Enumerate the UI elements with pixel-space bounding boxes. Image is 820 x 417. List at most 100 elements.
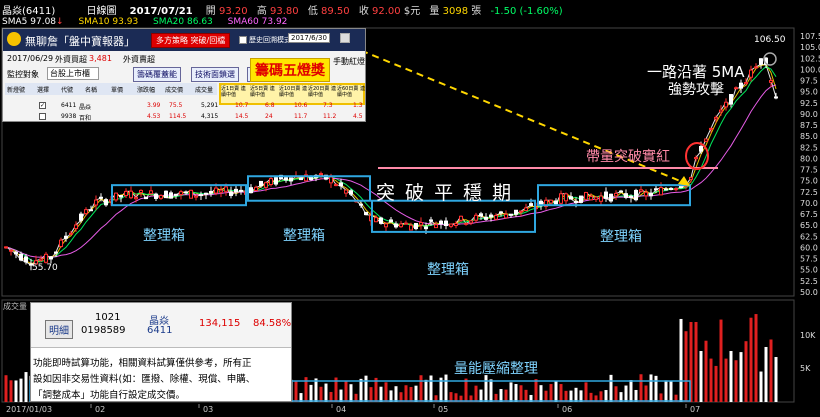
row1-price: 3.99 — [147, 102, 161, 109]
x-tick-label: 04 — [336, 405, 346, 414]
candle-body — [464, 222, 468, 225]
query-value: 3,481 — [89, 54, 112, 63]
volume-break-label: 帶量突破實紅 — [586, 149, 670, 165]
volume-shrink-label: 量能壓縮整理 — [454, 361, 538, 377]
candle-body — [139, 189, 143, 193]
candle-body — [529, 203, 533, 206]
volume-bar — [344, 380, 348, 402]
volume-bar — [584, 382, 588, 402]
candle-body — [204, 192, 208, 195]
col-code: 代號 — [61, 87, 74, 94]
volume-bar — [559, 384, 563, 402]
volume-bar — [324, 383, 328, 402]
candle-body — [714, 116, 718, 120]
volume-bar — [764, 346, 768, 402]
candle-body — [184, 191, 188, 194]
volume-bar — [444, 374, 448, 402]
y-tick-label: 107.5 — [800, 32, 820, 41]
candle-body — [629, 195, 633, 199]
volume-bar — [499, 389, 503, 402]
tab-chip-a[interactable]: 籌碼覆蓋能 — [133, 67, 181, 82]
candle-body — [239, 189, 243, 192]
strategy-button[interactable]: 多方策略 突破/回檔 — [151, 33, 231, 48]
candle-body — [509, 213, 513, 216]
volume-bar — [739, 352, 743, 402]
calendar-icon[interactable] — [340, 33, 350, 43]
history-checkbox[interactable] — [239, 36, 247, 44]
tab-chip-b[interactable]: 技術面鎖選 — [191, 67, 239, 82]
y-tick-label: 70.0 — [800, 199, 818, 208]
candle-body — [24, 256, 28, 263]
volume-bar — [394, 386, 398, 402]
hand-light-label[interactable]: 手動紅燈 — [333, 56, 365, 67]
volume-bar — [749, 317, 753, 402]
candle-body — [594, 196, 598, 200]
low-marker-label: 55.70 — [32, 263, 58, 273]
candle-body — [224, 186, 228, 192]
trade-detail-popup[interactable]: 明細 1021 0198589 晶焱 6411 134,115 84.58% 功… — [30, 302, 292, 402]
history-label: 歷史回溯模式 — [249, 36, 291, 44]
col-volume: 成交量 — [195, 87, 214, 94]
volume-bar — [709, 358, 713, 402]
candle-body — [479, 213, 483, 217]
candle-body — [384, 223, 388, 228]
candle-body — [9, 249, 13, 252]
col-new-light: 新燈號 — [7, 87, 26, 94]
row1-checkbox[interactable]: ✓ — [39, 102, 46, 109]
row2-volume: 4,315 — [201, 113, 219, 120]
candle-body — [274, 177, 278, 185]
volume-bar — [4, 375, 8, 402]
volume-bar — [634, 389, 638, 402]
volume-bar — [474, 385, 478, 402]
candle-body — [234, 188, 238, 193]
candle-body — [219, 189, 223, 193]
detail-button[interactable]: 明細 — [45, 320, 73, 339]
volume-bar — [509, 382, 513, 402]
candle-body — [504, 213, 508, 219]
trend-label-2: 強勢攻擊 — [668, 82, 724, 98]
candle-body — [489, 214, 493, 218]
candle-body — [114, 192, 118, 201]
volume-bar — [654, 375, 658, 402]
volume-bar — [694, 322, 698, 402]
candle-body — [644, 191, 648, 197]
candle-body — [374, 217, 378, 223]
candle-body — [444, 220, 448, 227]
candle-body — [589, 195, 593, 201]
y-tick-label: 80.0 — [800, 154, 818, 163]
y-tick-label: 77.5 — [800, 166, 818, 175]
volume-bar — [669, 381, 673, 402]
candle-body — [449, 223, 453, 227]
candle-body — [459, 215, 463, 221]
volume-bar — [714, 365, 718, 402]
monitor-select[interactable]: 台股上市櫃 — [47, 67, 99, 80]
candle-body — [44, 253, 48, 263]
candle-body — [559, 193, 563, 204]
candle-body — [719, 109, 723, 113]
candle-body — [144, 196, 148, 200]
row2-checkbox[interactable] — [39, 113, 46, 120]
candle-body — [709, 127, 713, 130]
candle-body — [419, 222, 423, 226]
volume-bar — [369, 387, 373, 402]
candle-body — [554, 200, 558, 205]
candle-body — [604, 191, 608, 199]
row1-light4: 7.3 — [323, 102, 333, 109]
volume-bar — [314, 378, 318, 402]
logo-icon — [7, 32, 21, 46]
candle-body — [69, 232, 73, 235]
history-date-field[interactable]: 2017/6/30 — [288, 33, 330, 43]
row2-light4: 11.2 — [323, 113, 337, 120]
volume-bar — [319, 386, 323, 402]
x-tick-label: 2017/01/03 — [6, 405, 52, 414]
candle-body — [484, 216, 488, 220]
volume-bar — [379, 386, 383, 402]
candle-body — [564, 193, 568, 202]
candle-body — [284, 177, 288, 181]
candle-body — [309, 176, 313, 181]
candle-body — [704, 138, 708, 142]
volume-bar — [724, 358, 728, 402]
candle-body — [699, 145, 703, 152]
y-tick-label: 50.0 — [800, 288, 818, 297]
candle-body — [609, 193, 613, 202]
